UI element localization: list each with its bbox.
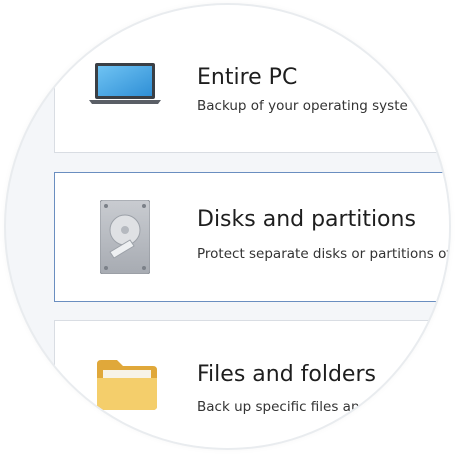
screenshot-canvas: Entire PC Backup of your operating syste xyxy=(0,0,455,458)
backup-option-disks-partitions[interactable]: Disks and partitions Protect separate di… xyxy=(54,172,449,302)
option-description: Backup of your operating syste xyxy=(197,98,408,114)
folder-icon xyxy=(95,358,159,416)
backup-option-files-folders[interactable]: Files and folders Back up specific files… xyxy=(54,320,449,448)
option-title: Disks and partitions xyxy=(197,207,416,232)
backup-option-entire-pc[interactable]: Entire PC Backup of your operating syste xyxy=(54,5,449,153)
hard-disk-icon xyxy=(99,199,151,278)
laptop-icon xyxy=(89,62,161,110)
option-description: Back up specific files and fol xyxy=(197,399,390,415)
option-description: Protect separate disks or partitions of xyxy=(197,246,449,262)
option-title: Entire PC xyxy=(197,65,298,90)
option-title: Files and folders xyxy=(197,362,376,387)
magnifier-lens: Entire PC Backup of your operating syste xyxy=(6,5,449,448)
